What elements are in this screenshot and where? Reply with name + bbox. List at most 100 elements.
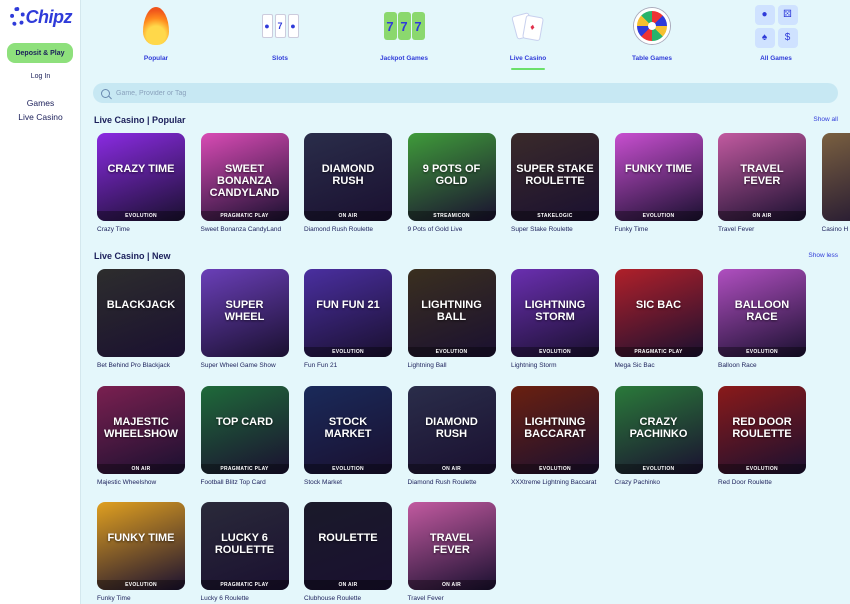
category-live-casino[interactable]: Live Casino [488,4,568,70]
game-tile[interactable]: 9 POTS OF GOLD STREAMICON 9 Pots of Gold L… [407,133,496,233]
game-name[interactable]: Lightning Storm [511,362,599,369]
game-thumbnail[interactable]: 9 POTS OF GOLD STREAMICON [407,133,496,221]
category-table-games[interactable]: Table Games [612,4,692,70]
category-popular[interactable]: Popular [116,4,196,70]
game-tile[interactable]: FUNKY TIME EVOLUTION Funky Time [614,133,703,233]
game-thumbnail[interactable]: SUPER STAKE ROULETTE STAKELOGIC [511,133,599,221]
provider-badge: ON AIR [97,463,185,474]
game-name[interactable]: Travel Fever [718,226,806,233]
game-art-title: DIAMOND RUSH [425,415,478,440]
game-name[interactable]: Balloon Race [718,362,806,369]
game-tile[interactable]: FUN FUN 21 EVOLUTION Fun Fun 21 [304,269,392,369]
game-thumbnail[interactable]: BLACKJACK [97,269,185,357]
game-tile[interactable]: SWEET BONANZA CANDYLAND PRAGMATIC PLAY Swe… [200,133,289,233]
game-tile[interactable]: ROULETTE ON AIR Clubhouse Roulette [304,502,392,602]
game-tile[interactable]: TRAVEL FEVER ON AIR Travel Fever [718,133,806,233]
game-tile[interactable]: TOP CARD PRAGMATIC PLAY Football Blitz Top… [200,385,289,486]
game-art-title: SUPER STAKE ROULETTE [516,163,594,187]
category-all-games[interactable]: ● ⚄ ♠ $ All Games [736,4,816,70]
game-name[interactable]: Clubhouse Roulette [304,595,392,602]
game-name[interactable]: Super Wheel Game Show [201,362,289,369]
game-tile[interactable]: BLACKJACK Bet Behind Pro Blackjack [97,269,185,369]
game-name[interactable]: Fun Fun 21 [304,362,392,369]
game-name[interactable]: Football Blitz Top Card [201,479,289,486]
game-thumbnail[interactable]: BALLOON RACE EVOLUTION [718,269,806,357]
game-thumbnail[interactable]: STOCK MARKET EVOLUTION [304,385,392,474]
game-thumbnail[interactable]: LIGHTNING BACCARAT EVOLUTION [511,385,599,474]
game-tile[interactable]: MAJESTIC WHEELSHOW ON AIR Majestic Wheelsh… [97,385,185,486]
game-thumbnail[interactable]: TOP CARD PRAGMATIC PLAY [200,385,289,474]
game-thumbnail[interactable]: LUCKY 6 ROULETTE PRAGMATIC PLAY [200,502,289,590]
game-thumbnail[interactable]: SUPER WHEEL [200,269,289,357]
game-thumbnail[interactable]: TRAVEL FEVER ON AIR [718,133,806,221]
game-name[interactable]: Lightning Ball [408,362,496,369]
game-name[interactable]: 9 Pots of Gold Live [408,226,496,233]
game-thumbnail[interactable]: LIGHTNING STORM EVOLUTION [511,269,599,357]
game-thumbnail[interactable]: ROULETTE ON AIR [304,502,392,590]
game-thumbnail[interactable]: RED DOOR ROULETTE EVOLUTION [718,385,806,474]
game-thumbnail[interactable]: SWEET BONANZA CANDYLAND PRAGMATIC PLAY [200,133,289,221]
search-input[interactable] [116,89,416,97]
game-tile[interactable]: DIAMOND RUSH ON AIR Diamond Rush Roulette [304,133,392,233]
game-thumbnail[interactable]: FUN FUN 21 EVOLUTION [304,269,392,357]
game-name[interactable]: Majestic Wheelshow [97,479,185,486]
sidebar-item-games[interactable]: Games [0,96,81,110]
game-thumbnail[interactable]: FUNKY TIME EVOLUTION [614,133,703,221]
game-tile[interactable]: CRAZY TIME EVOLUTION Crazy Time [97,133,185,233]
category-jackpot-games[interactable]: 777 Jackpot Games [364,4,444,70]
game-name[interactable]: Funky Time [615,226,703,233]
game-tile[interactable]: LIGHTNING BALL EVOLUTION Lightning Ball [407,269,496,369]
login-link[interactable]: Log In [0,73,81,80]
game-name[interactable]: Crazy Pachinko [615,479,703,486]
game-thumbnail[interactable]: FUNKY TIME EVOLUTION [97,502,185,590]
game-thumbnail[interactable]: MAJESTIC WHEELSHOW ON AIR [97,385,185,474]
game-tile[interactable]: SUPER WHEEL Super Wheel Game Show [200,269,289,369]
game-tile[interactable]: RED DOOR ROULETTE EVOLUTION Red Door Roule… [718,385,806,486]
game-thumbnail[interactable]: CRAZY TIME EVOLUTION [97,133,185,221]
game-tile[interactable]: TRAVEL FEVER ON AIR Travel Fever [407,502,496,602]
deposit-play-button[interactable]: Deposit & Play [7,43,73,63]
sidebar-item-live-casino[interactable]: Live Casino [0,110,81,124]
game-tile[interactable]: STOCK MARKET EVOLUTION Stock Market [304,385,392,486]
game-name[interactable]: Bet Behind Pro Blackjack [97,362,185,369]
game-name[interactable]: Mega Sic Bac [615,362,703,369]
game-name[interactable]: Diamond Rush Roulette [304,226,392,233]
game-tile[interactable]: LIGHTNING STORM EVOLUTION Lightning Storm [511,269,599,369]
game-tile[interactable]: LUCKY 6 ROULETTE PRAGMATIC PLAY Lucky 6 Ro… [200,502,289,602]
game-tile[interactable]: SUPER STAKE ROULETTE STAKELOGIC Super Stak… [511,133,599,233]
game-name[interactable]: Lucky 6 Roulette [201,595,289,602]
game-name[interactable]: Travel Fever [408,595,496,602]
provider-badge: PRAGMATIC PLAY [200,463,289,474]
game-tile[interactable]: SIC BAC PRAGMATIC PLAY Mega Sic Bac [614,269,703,369]
search-bar[interactable] [93,83,838,103]
game-name[interactable]: XXXtreme Lightning Baccarat [511,479,599,486]
game-thumbnail[interactable]: TRAVEL FEVER ON AIR [407,502,496,590]
game-name[interactable]: Diamond Rush Roulette [408,479,496,486]
game-thumbnail[interactable]: DIAMOND RUSH ON AIR [304,133,392,221]
provider-badge: EVOLUTION [97,580,185,590]
game-thumbnail[interactable]: LIGHTNING BALL EVOLUTION [407,269,496,357]
show-all-link[interactable]: Show all [813,116,838,123]
game-thumbnail[interactable] [821,133,850,221]
game-name[interactable]: Casino H [822,226,850,233]
game-name[interactable]: Stock Market [304,479,392,486]
game-tile[interactable]: Casino H [821,133,850,233]
game-name[interactable]: Sweet Bonanza CandyLand [201,226,289,233]
game-tile[interactable]: DIAMOND RUSH ON AIR Diamond Rush Roulette [407,385,496,486]
game-name[interactable]: Funky Time [97,595,185,602]
game-tile[interactable]: FUNKY TIME EVOLUTION Funky Time [97,502,185,602]
category-slots[interactable]: ● 7 ● Slots [240,4,320,70]
provider-badge: ON AIR [304,211,392,221]
game-thumbnail[interactable]: DIAMOND RUSH ON AIR [407,385,496,474]
jackpot-icon: 777 [383,4,425,48]
game-name[interactable]: Super Stake Roulette [511,226,599,233]
game-tile[interactable]: CRAZY PACHINKO EVOLUTION Crazy Pachinko [614,385,703,486]
game-tile[interactable]: LIGHTNING BACCARAT EVOLUTION XXXtreme Ligh… [511,385,599,486]
show-less-link[interactable]: Show less [808,252,838,259]
chipz-logo[interactable]: Chipz [10,6,72,28]
game-thumbnail[interactable]: SIC BAC PRAGMATIC PLAY [614,269,703,357]
game-name[interactable]: Red Door Roulette [718,479,806,486]
game-thumbnail[interactable]: CRAZY PACHINKO EVOLUTION [614,385,703,474]
game-name[interactable]: Crazy Time [97,226,185,233]
game-tile[interactable]: BALLOON RACE EVOLUTION Balloon Race [718,269,806,369]
